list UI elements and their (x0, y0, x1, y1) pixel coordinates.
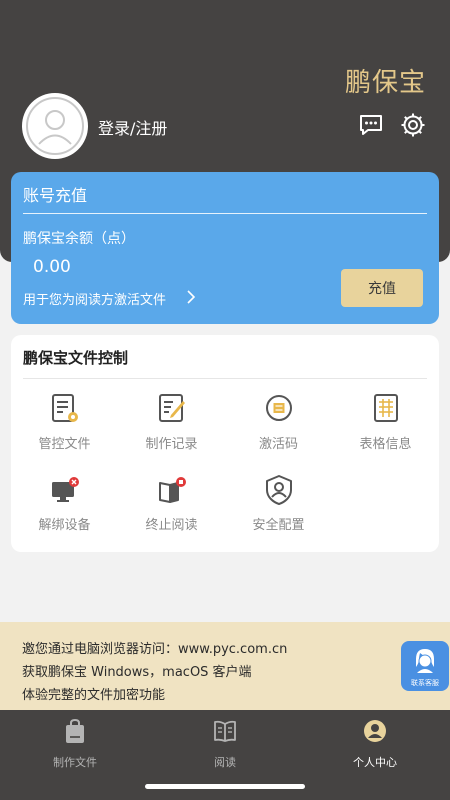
grid-item-make-record[interactable]: 制作记录 (118, 393, 225, 463)
security-config-icon (266, 475, 292, 505)
divider (23, 378, 427, 379)
customer-service-button[interactable]: 联系客服 (401, 641, 449, 691)
balance-value: 0.00 (33, 257, 71, 277)
grid-item-label: 解绑设备 (38, 518, 91, 533)
recharge-button[interactable]: 充值 (341, 269, 423, 307)
balance-label: 鹏保宝余额（点） (23, 231, 135, 247)
account-recharge-card: 账号充值 鹏保宝余额（点） 0.00 用于您为阅读方激活文件 充值 (11, 172, 439, 324)
banner-line: 获取鹏保宝 Windows，macOS 客户端 (22, 665, 252, 680)
brand-title: 鹏保宝 (344, 68, 426, 98)
grid-item-label: 制作记录 (145, 437, 198, 452)
file-control-card: 鹏保宝文件控制 管控文件 制作记录 激活码 表格信息 解绑设备 终止阅读 安全配… (11, 335, 439, 552)
banner-line: 体验完整的文件加密功能 (22, 688, 166, 703)
table-info-icon (374, 394, 398, 422)
make-record-icon (159, 394, 185, 422)
unbind-device-icon (52, 477, 79, 502)
recharge-title: 账号充值 (23, 186, 88, 205)
customer-service-label: 联系客服 (411, 679, 439, 687)
grid-item-label: 终止阅读 (145, 518, 198, 533)
grid-item-managed-file[interactable]: 管控文件 (11, 393, 118, 463)
chevron-right-icon (187, 290, 196, 304)
customer-service-icon (416, 649, 434, 673)
grid-item-label: 安全配置 (252, 518, 305, 533)
make-file-icon (66, 718, 84, 743)
personal-center-icon (364, 720, 386, 742)
stop-reading-icon (159, 477, 186, 503)
managed-file-icon (52, 394, 78, 422)
tab-label: 个人中心 (353, 756, 397, 769)
tab-label: 阅读 (214, 756, 236, 769)
user-avatar-icon[interactable] (22, 93, 88, 159)
grid-item-label: 表格信息 (359, 437, 412, 452)
grid-item-table-info[interactable]: 表格信息 (332, 393, 439, 463)
tab-read[interactable]: 阅读 (170, 718, 280, 769)
grid-item-stop-reading[interactable]: 终止阅读 (118, 474, 225, 544)
grid-item-unbind-device[interactable]: 解绑设备 (11, 474, 118, 544)
settings-gear-icon[interactable] (400, 112, 426, 138)
grid-item-activation-code[interactable]: 激活码 (225, 393, 332, 463)
divider (23, 213, 427, 214)
grid-item-label: 激活码 (258, 437, 298, 452)
home-indicator[interactable] (145, 784, 305, 789)
book-icon (214, 720, 236, 742)
activation-code-icon (266, 395, 292, 421)
login-register-link[interactable]: 登录/注册 (98, 115, 167, 139)
message-icon[interactable] (358, 112, 384, 138)
grid-item-security-config[interactable]: 安全配置 (225, 474, 332, 544)
client-download-banner: 邀您通过电脑浏览器访问：www.pyc.com.cn 获取鹏保宝 Windows… (0, 622, 450, 710)
activate-file-hint-link[interactable]: 用于您为阅读方激活文件 (23, 289, 166, 308)
tab-label: 制作文件 (53, 756, 97, 769)
grid-item-label: 管控文件 (38, 437, 91, 452)
file-control-title: 鹏保宝文件控制 (23, 349, 129, 367)
tab-personal-center[interactable]: 个人中心 (320, 718, 430, 769)
tab-make-file[interactable]: 制作文件 (20, 718, 130, 769)
banner-line: 邀您通过电脑浏览器访问：www.pyc.com.cn (22, 642, 288, 657)
